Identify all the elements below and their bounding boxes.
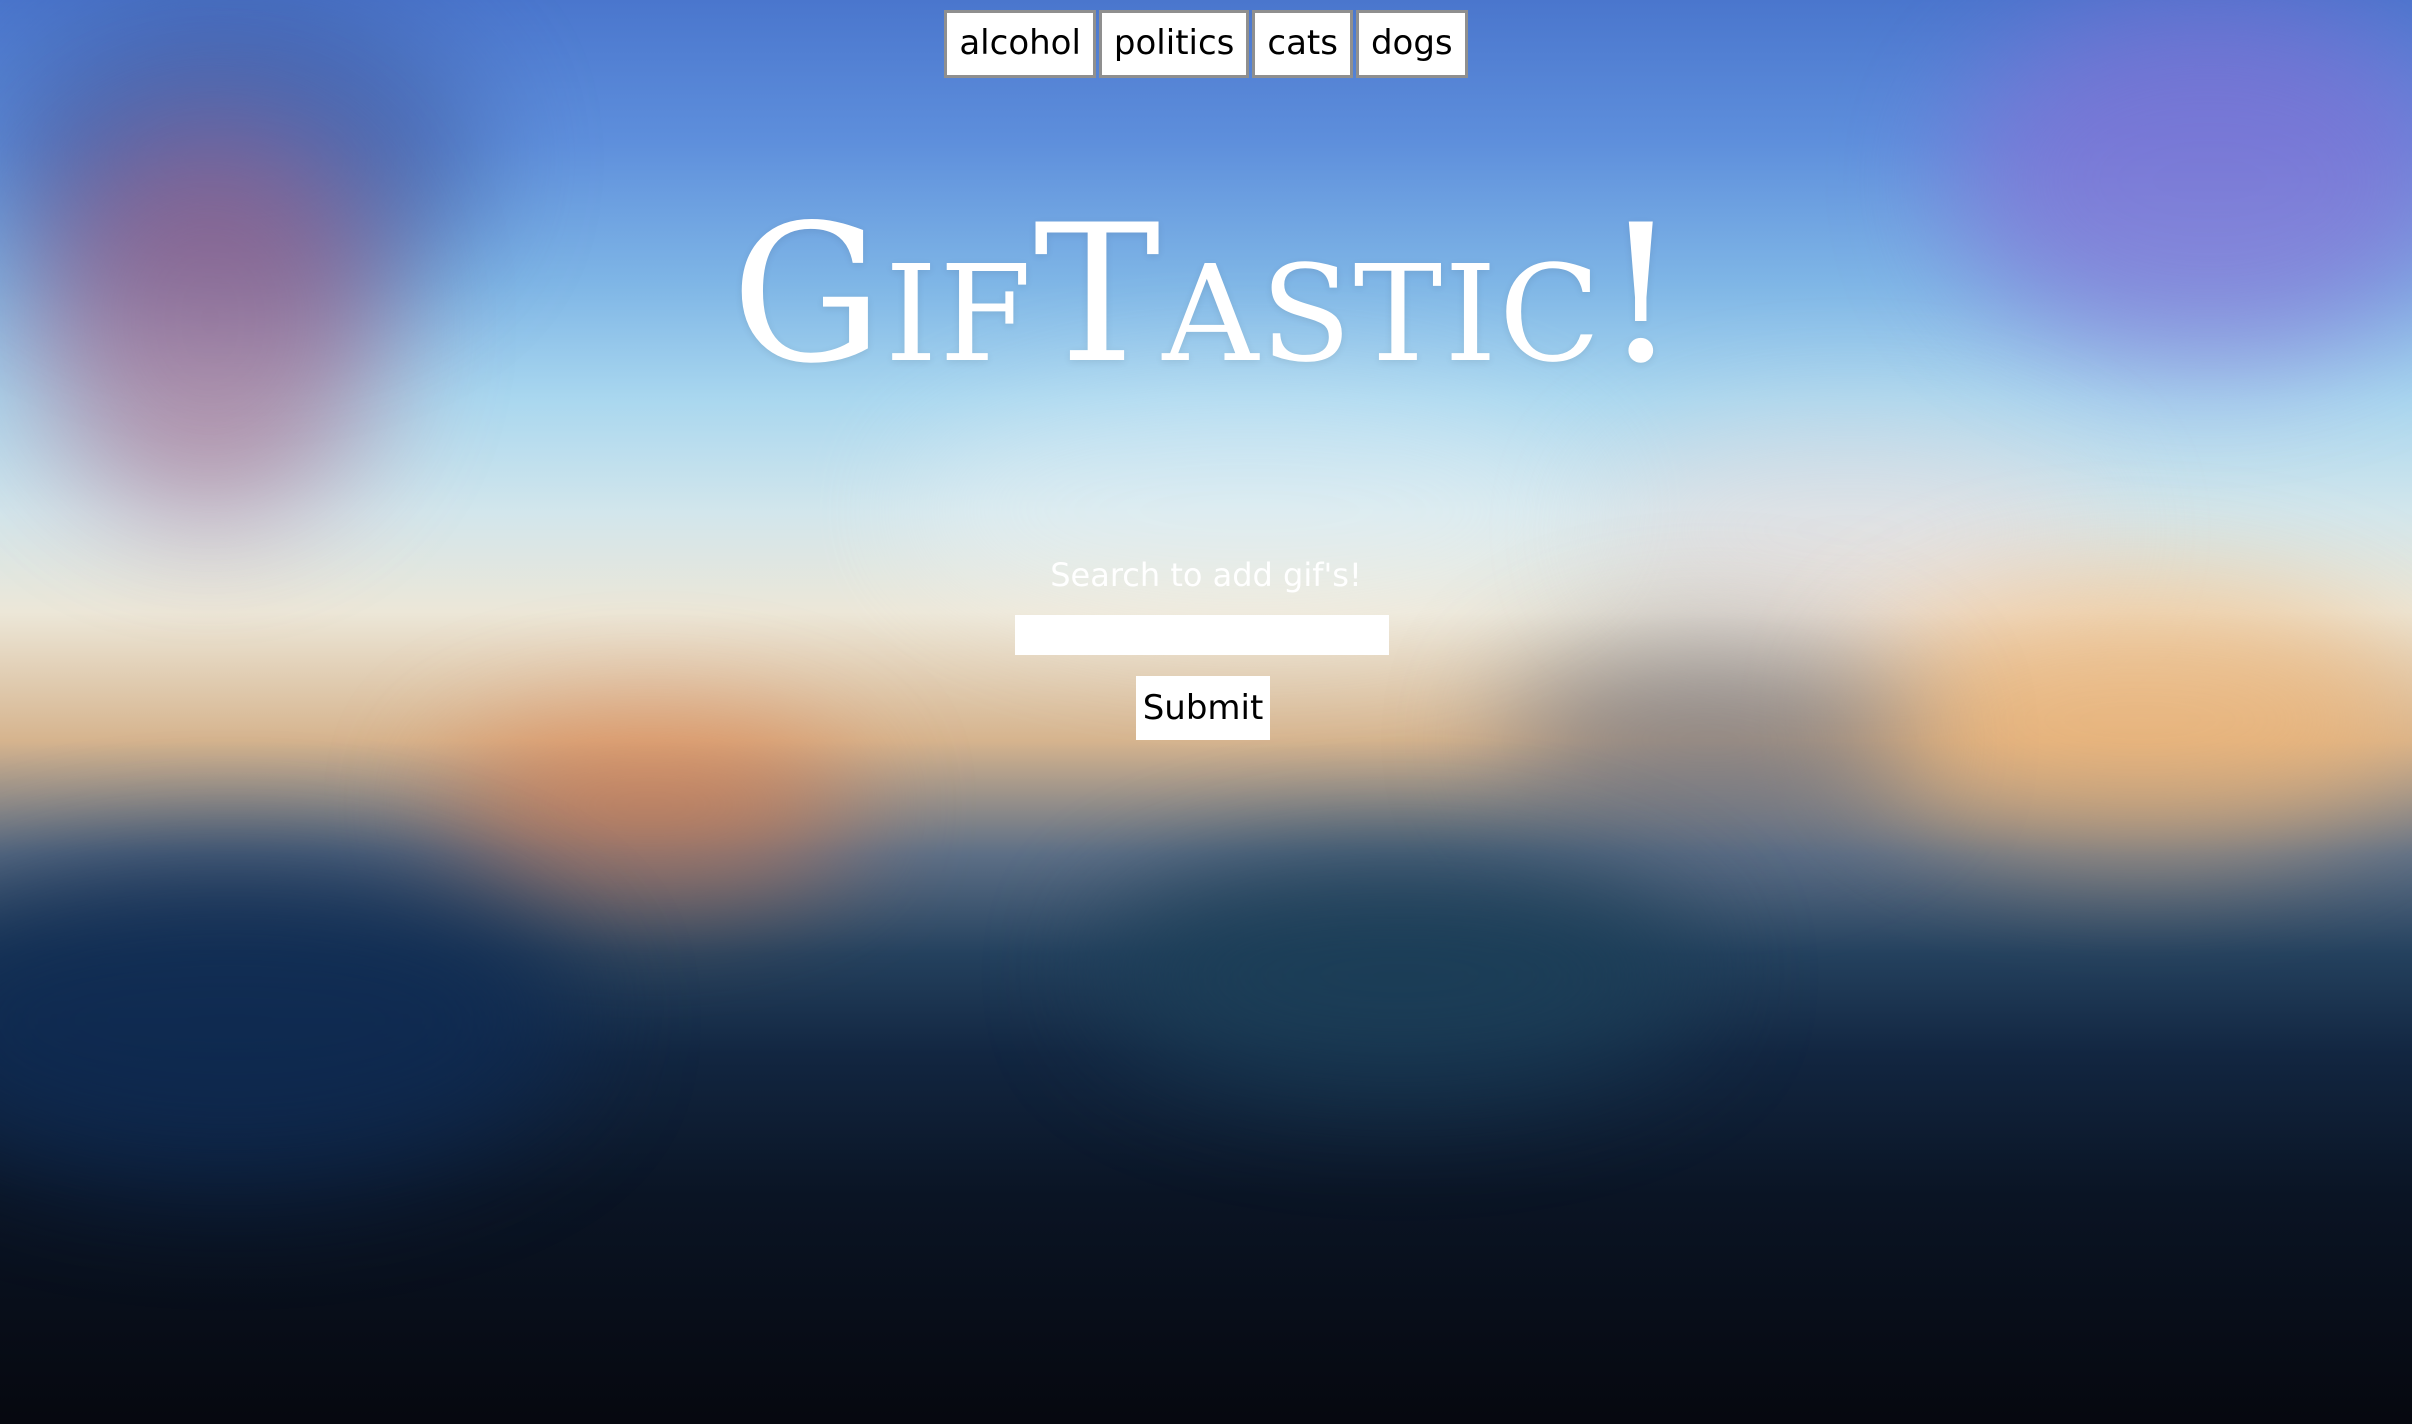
- search-label: Search to add gif's!: [1050, 556, 1362, 594]
- topic-button-bar: alcohol politics cats dogs: [0, 10, 2412, 78]
- topic-button-alcohol[interactable]: alcohol: [944, 10, 1096, 78]
- topic-button-cats[interactable]: cats: [1252, 10, 1353, 78]
- page-title: GifTastic!: [731, 184, 1681, 405]
- submit-button[interactable]: Submit: [1136, 676, 1270, 740]
- topic-button-politics[interactable]: politics: [1098, 10, 1250, 78]
- page-content: alcohol politics cats dogs GifTastic! Se…: [0, 0, 2412, 1424]
- search-input[interactable]: [1015, 615, 1389, 655]
- topic-button-dogs[interactable]: dogs: [1355, 10, 1468, 78]
